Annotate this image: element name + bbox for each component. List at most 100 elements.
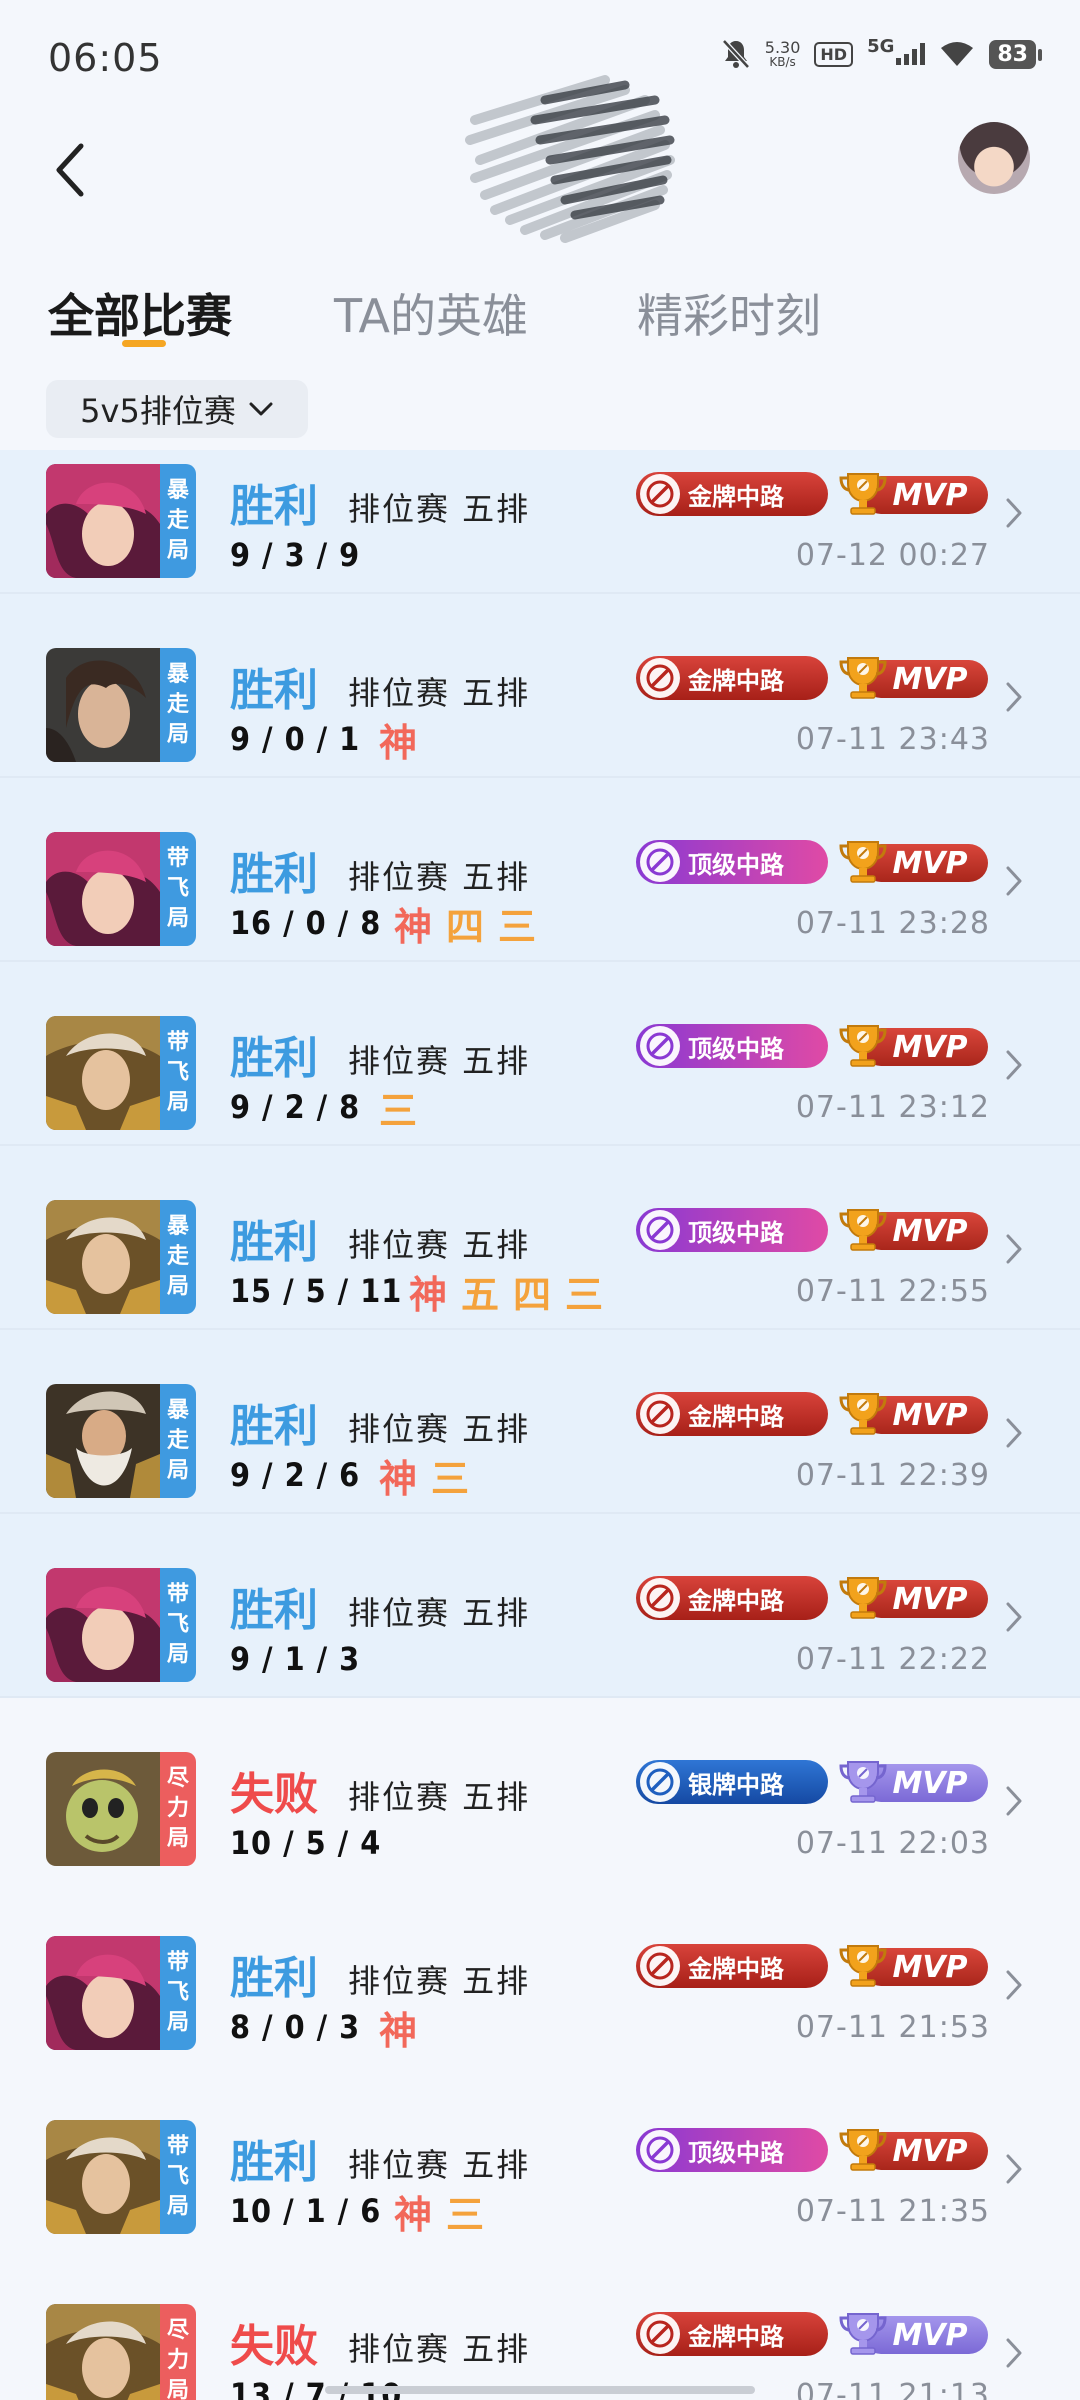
chevron-down-icon bbox=[249, 402, 273, 416]
lane-rank-label: 金牌中路 bbox=[688, 482, 784, 511]
game-type-tag: 带 飞 局 bbox=[160, 832, 196, 946]
hero-portrait bbox=[46, 648, 160, 762]
lane-rank-badge: 金牌中路 bbox=[636, 1944, 828, 1988]
match-result: 胜利 bbox=[230, 1033, 318, 1084]
game-type-tag-char: 暴 bbox=[166, 1398, 189, 1423]
chevron-right-icon bbox=[1006, 1970, 1022, 2000]
chevron-right-icon bbox=[1006, 498, 1022, 528]
tab-all-matches[interactable]: 全部比赛 bbox=[48, 280, 232, 346]
hero-portrait bbox=[46, 1752, 160, 1866]
match-row[interactable]: 带 飞 局 胜利 排位赛 五排 9 / 1 / 3 金牌中路 MVP 07-11… bbox=[0, 1514, 1080, 1698]
medal-badge: 三 bbox=[498, 905, 537, 949]
mvp-label: MVP bbox=[892, 1581, 968, 1617]
back-button[interactable] bbox=[40, 130, 100, 210]
game-type-tag-char: 飞 bbox=[166, 1980, 189, 2005]
match-row[interactable]: 带 飞 局 胜利 排位赛 五排 10 / 1 / 6 神三 顶级中路 MVP 0… bbox=[0, 2066, 1080, 2250]
game-type-tag: 带 飞 局 bbox=[160, 2120, 196, 2234]
mvp-label: MVP bbox=[892, 1765, 968, 1801]
game-type-tag-char: 走 bbox=[166, 692, 189, 717]
match-row[interactable]: 暴 走 局 胜利 排位赛 五排 15 / 5 / 11 神五四三 顶级中路 MV… bbox=[0, 1146, 1080, 1330]
tab-ta-heroes[interactable]: TA的英雄 bbox=[334, 280, 528, 346]
match-row[interactable]: 带 飞 局 胜利 排位赛 五排 8 / 0 / 3 神 金牌中路 MVP 07-… bbox=[0, 1882, 1080, 2066]
medal-list: 神五四三 bbox=[409, 1264, 603, 1319]
game-type-tag-char: 局 bbox=[166, 2378, 189, 2400]
mvp-badge: MVP bbox=[838, 656, 988, 700]
mute-bell-icon bbox=[721, 38, 751, 70]
mvp-badge: MVP bbox=[838, 1024, 988, 1068]
match-mode: 排位赛 五排 bbox=[348, 1042, 531, 1080]
chevron-right-icon bbox=[1006, 1786, 1022, 1816]
hero-avatar: 暴 走 局 bbox=[46, 1384, 196, 1498]
lane-rank-badge: 顶级中路 bbox=[636, 840, 828, 884]
lane-slash-icon bbox=[640, 2130, 680, 2170]
kda-stats: 9 / 0 / 1 bbox=[230, 720, 361, 758]
game-type-tag-char: 暴 bbox=[166, 662, 189, 687]
hero-avatar: 带 飞 局 bbox=[46, 1936, 196, 2050]
lane-rank-badge: 顶级中路 bbox=[636, 2128, 828, 2172]
mode-filter-dropdown[interactable]: 5v5排位赛 bbox=[46, 380, 308, 438]
hero-portrait bbox=[46, 464, 160, 578]
user-avatar[interactable] bbox=[958, 122, 1030, 194]
tab-bar: 全部比赛 TA的英雄 精彩时刻 bbox=[0, 270, 1080, 360]
medal-badge: 神 bbox=[409, 1273, 448, 1317]
mvp-label: MVP bbox=[892, 1029, 968, 1065]
match-row[interactable]: 暴 走 局 胜利 排位赛 五排 9 / 3 / 9 金牌中路 MVP 07-12… bbox=[0, 450, 1080, 594]
battery-indicator: 83 bbox=[989, 39, 1042, 69]
wifi-icon bbox=[939, 40, 975, 68]
match-row[interactable]: 暴 走 局 胜利 排位赛 五排 9 / 0 / 1 神 金牌中路 MVP 07-… bbox=[0, 594, 1080, 778]
net-speed: 5.30 KB/s bbox=[765, 39, 801, 69]
net-speed-value: 5.30 bbox=[764, 38, 801, 57]
match-row[interactable]: 尽 力 局 失败 排位赛 五排 13 / 7 / 10 金牌中路 MVP 07-… bbox=[0, 2250, 1080, 2400]
lane-rank-badge: 金牌中路 bbox=[636, 472, 828, 516]
chevron-right-icon bbox=[1006, 682, 1022, 712]
lane-rank-label: 金牌中路 bbox=[688, 1954, 784, 1983]
kda-stats: 8 / 0 / 3 bbox=[230, 2008, 361, 2046]
medal-badge: 神 bbox=[379, 1457, 418, 1501]
kda-stats: 9 / 2 / 8 bbox=[230, 1088, 361, 1126]
game-type-tag: 带 飞 局 bbox=[160, 1936, 196, 2050]
match-row[interactable]: 暴 走 局 胜利 排位赛 五排 9 / 2 / 6 神三 金牌中路 MVP 07… bbox=[0, 1330, 1080, 1514]
game-type-tag-char: 局 bbox=[166, 2010, 189, 2035]
net-speed-unit: KB/s bbox=[769, 55, 796, 69]
medal-list: 三 bbox=[379, 1080, 417, 1135]
game-type-tag-char: 局 bbox=[166, 1090, 189, 1115]
game-type-tag-char: 飞 bbox=[166, 2164, 189, 2189]
match-result: 胜利 bbox=[230, 2137, 318, 2188]
medal-badge: 三 bbox=[565, 1273, 604, 1317]
game-type-tag-char: 局 bbox=[166, 1826, 189, 1851]
game-type-tag-char: 飞 bbox=[166, 1612, 189, 1637]
match-row[interactable]: 带 飞 局 胜利 排位赛 五排 9 / 2 / 8 三 顶级中路 MVP 07-… bbox=[0, 962, 1080, 1146]
lane-rank-label: 金牌中路 bbox=[688, 1402, 784, 1431]
lane-rank-label: 顶级中路 bbox=[688, 2138, 784, 2167]
chevron-right-icon bbox=[1006, 1418, 1022, 1448]
mvp-badge: MVP bbox=[838, 1392, 988, 1436]
game-type-tag: 带 飞 局 bbox=[160, 1016, 196, 1130]
game-type-tag-char: 尽 bbox=[166, 1766, 189, 1791]
match-mode: 排位赛 五排 bbox=[348, 858, 531, 896]
game-type-tag-char: 力 bbox=[166, 1796, 189, 1821]
mvp-label: MVP bbox=[892, 2133, 968, 2169]
game-type-tag-char: 尽 bbox=[166, 2318, 189, 2343]
medal-list: 神三 bbox=[394, 2184, 484, 2239]
lane-rank-label: 顶级中路 bbox=[688, 1218, 784, 1247]
lane-slash-icon bbox=[640, 2314, 680, 2354]
chevron-right-icon bbox=[1006, 1602, 1022, 1632]
status-time: 06:05 bbox=[48, 36, 163, 80]
match-list[interactable]: 暴 走 局 胜利 排位赛 五排 9 / 3 / 9 金牌中路 MVP 07-12… bbox=[0, 450, 1080, 2400]
lane-rank-label: 顶级中路 bbox=[688, 850, 784, 879]
kda-stats: 9 / 3 / 9 bbox=[230, 536, 361, 574]
lane-rank-badge: 金牌中路 bbox=[636, 1576, 828, 1620]
hero-avatar: 暴 走 局 bbox=[46, 1200, 196, 1314]
match-row[interactable]: 尽 力 局 失败 排位赛 五排 10 / 5 / 4 银牌中路 MVP 07-1… bbox=[0, 1698, 1080, 1882]
tab-highlights[interactable]: 精彩时刻 bbox=[637, 280, 821, 346]
match-row[interactable]: 带 飞 局 胜利 排位赛 五排 16 / 0 / 8 神四三 顶级中路 MVP … bbox=[0, 778, 1080, 962]
game-type-tag-char: 带 bbox=[166, 1582, 189, 1607]
medal-badge: 神 bbox=[394, 905, 433, 949]
mvp-badge: MVP bbox=[838, 1944, 988, 1988]
chevron-right-icon bbox=[1006, 1050, 1022, 1080]
hero-portrait bbox=[46, 2304, 160, 2400]
medal-badge: 四 bbox=[513, 1273, 552, 1317]
medal-badge: 神 bbox=[379, 2009, 418, 2053]
match-time: 07-11 22:55 bbox=[795, 1274, 990, 1309]
hero-portrait bbox=[46, 1568, 160, 1682]
